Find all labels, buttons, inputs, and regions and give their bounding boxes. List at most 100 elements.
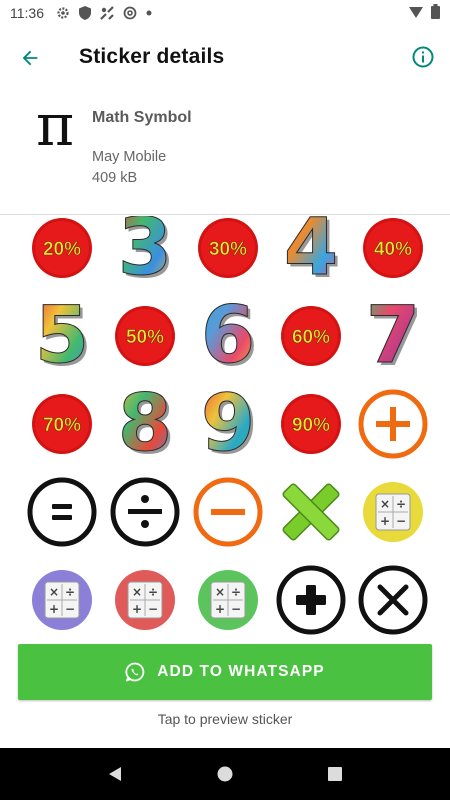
times-black-icon	[358, 565, 428, 635]
pack-name: Math Symbol	[92, 109, 192, 126]
badge-text: 30%	[209, 239, 247, 260]
at-icon	[123, 6, 137, 20]
digit-text: 9	[201, 387, 255, 461]
sticker-3[interactable]: 30%	[188, 216, 268, 288]
minus-orange-icon	[193, 477, 263, 547]
sticker-12[interactable]: 88	[105, 384, 185, 464]
sticker-16[interactable]	[22, 472, 102, 552]
gear-icon	[56, 6, 70, 20]
recents-square-icon	[328, 767, 342, 781]
digit-icon: 55	[34, 299, 92, 373]
digit-text: 4	[284, 216, 338, 285]
sticker-5[interactable]: 40%	[353, 216, 433, 288]
sticker-4[interactable]: 44	[271, 216, 351, 288]
sticker-20[interactable]: × ÷ + −	[353, 472, 433, 552]
back-button[interactable]	[14, 42, 46, 74]
page-title: Sticker details	[79, 45, 225, 68]
badge-icon: 60%	[281, 306, 341, 366]
digit-text: 6	[201, 299, 255, 373]
sticker-2[interactable]: 33	[105, 216, 185, 288]
calc-icon: × ÷ + −	[115, 570, 175, 630]
svg-text:×: ×	[380, 497, 390, 511]
sticker-9[interactable]: 60%	[271, 296, 351, 376]
svg-text:×: ×	[49, 585, 59, 599]
home-circle-icon	[217, 766, 233, 782]
digit-icon: 88	[117, 387, 175, 461]
badge-text: 20%	[43, 239, 81, 260]
sticker-19[interactable]	[271, 472, 351, 552]
svg-text:−: −	[396, 514, 406, 528]
nav-home-button[interactable]	[205, 754, 245, 794]
sticker-23[interactable]: × ÷ + −	[188, 560, 268, 640]
nav-back-button[interactable]	[95, 754, 135, 794]
shield-icon	[79, 6, 91, 20]
digit-icon: 33	[117, 216, 175, 285]
badge-icon: 20%	[32, 218, 92, 278]
sticker-24[interactable]	[271, 560, 351, 640]
digit-text: 7	[366, 299, 420, 373]
digit-text: 5	[35, 299, 89, 373]
status-bar: 11:36	[0, 0, 450, 26]
status-time: 11:36	[10, 5, 44, 21]
svg-text:÷: ÷	[148, 585, 158, 599]
sticker-6[interactable]: 55	[22, 296, 102, 376]
x-green-icon	[282, 483, 340, 541]
sticker-18[interactable]	[188, 472, 268, 552]
digit-text: 3	[118, 216, 172, 285]
sticker-14[interactable]: 90%	[271, 384, 351, 464]
sticker-11[interactable]: 70%	[22, 384, 102, 464]
svg-text:+: +	[49, 602, 59, 616]
sticker-13[interactable]: 99	[188, 384, 268, 464]
svg-text:÷: ÷	[231, 585, 241, 599]
sticker-17[interactable]	[105, 472, 185, 552]
svg-text:×: ×	[132, 585, 142, 599]
badge-icon: 70%	[32, 394, 92, 454]
sticker-21[interactable]: × ÷ + −	[22, 560, 102, 640]
badge-icon: 40%	[363, 218, 423, 278]
calc-icon: × ÷ + −	[32, 570, 92, 630]
digit-icon: 44	[283, 216, 341, 285]
badge-icon: 50%	[115, 306, 175, 366]
navigation-bar	[0, 748, 450, 800]
svg-text:−: −	[148, 602, 158, 616]
sticker-10[interactable]: 77	[353, 296, 433, 376]
digit-icon: 77	[365, 299, 423, 373]
svg-text:+: +	[215, 602, 225, 616]
back-triangle-icon	[109, 767, 121, 781]
badge-text: 90%	[292, 415, 330, 436]
sticker-7[interactable]: 50%	[105, 296, 185, 376]
sticker-25[interactable]	[353, 560, 433, 640]
plus-orange-icon	[358, 389, 428, 459]
signal-icon	[100, 6, 114, 20]
calc-icon: × ÷ + −	[198, 570, 258, 630]
add-to-whatsapp-label: ADD TO WHATSAPP	[157, 663, 325, 680]
nav-recents-button[interactable]	[315, 754, 355, 794]
app-bar: Sticker details	[0, 26, 450, 88]
badge-icon: 90%	[281, 394, 341, 454]
badge-icon: 30%	[198, 218, 258, 278]
sticker-8[interactable]: 66	[188, 296, 268, 376]
sticker-grid: 20% 3 3 30% 4 4 40% 5 5 50% 6 6 60% 7 7 70% 8 8 9 9 90% × ÷ + − ×…	[0, 216, 450, 640]
svg-text:−: −	[65, 602, 75, 616]
sticker-1[interactable]: 20%	[22, 216, 102, 288]
wifi-icon	[409, 5, 423, 22]
pack-header: π Math Symbol May Mobile 409 kB	[0, 88, 450, 215]
svg-text:÷: ÷	[396, 497, 406, 511]
svg-text:÷: ÷	[65, 585, 75, 599]
digit-text: 8	[118, 387, 172, 461]
calc-icon: × ÷ + −	[363, 482, 423, 542]
info-button[interactable]	[408, 42, 438, 72]
sticker-22[interactable]: × ÷ + −	[105, 560, 185, 640]
header-divider	[0, 214, 450, 215]
svg-text:+: +	[380, 514, 390, 528]
preview-hint: Tap to preview sticker	[157, 711, 293, 727]
sticker-15[interactable]	[353, 384, 433, 464]
svg-text:−: −	[231, 602, 241, 616]
divide-black-icon	[110, 477, 180, 547]
pack-size: 409 kB	[92, 170, 138, 186]
add-to-whatsapp-button[interactable]: ADD TO WHATSAPP	[18, 644, 432, 700]
pack-publisher: May Mobile	[92, 149, 167, 165]
badge-text: 40%	[374, 239, 412, 260]
svg-text:×: ×	[215, 585, 225, 599]
svg-text:+: +	[132, 602, 142, 616]
